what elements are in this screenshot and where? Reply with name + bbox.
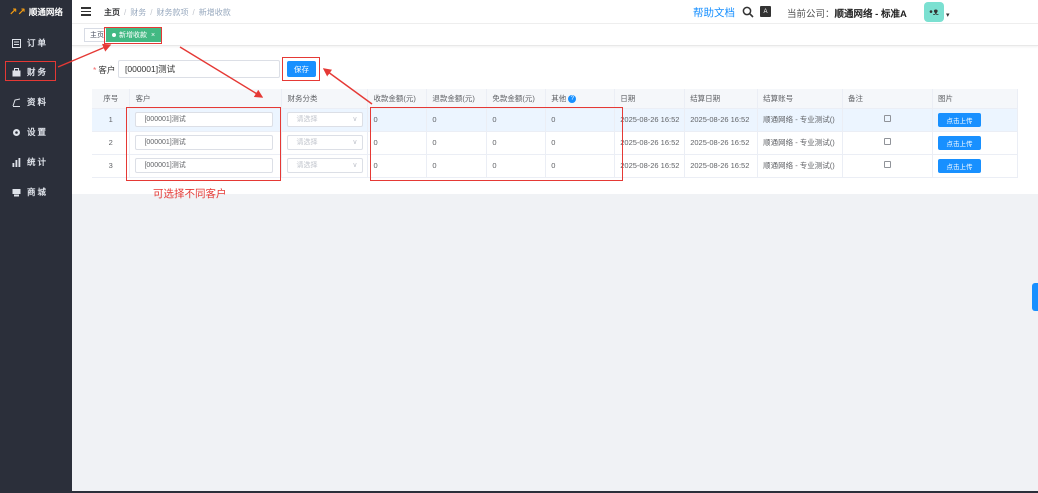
arrow-to-customer-column xyxy=(179,46,264,98)
annotation-arrows xyxy=(57,43,373,105)
annotation-note: 可选择不同客户 xyxy=(153,188,227,200)
arrow-to-tag xyxy=(57,43,112,68)
arrow-to-save xyxy=(322,68,373,105)
settings-drawer-handle[interactable] xyxy=(1032,283,1038,311)
